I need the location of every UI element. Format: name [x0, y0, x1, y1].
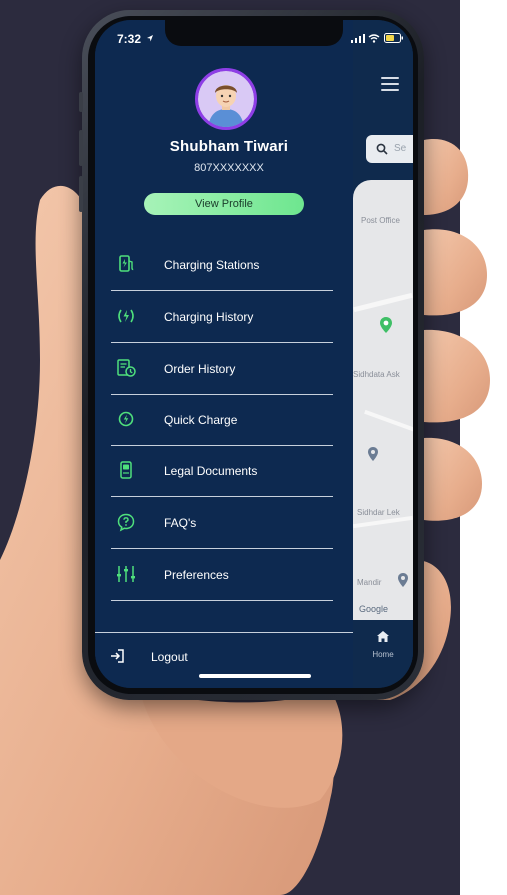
phone-volume-down — [79, 176, 83, 212]
menu-item-label: Charging Stations — [164, 258, 260, 272]
hamburger-menu-icon[interactable] — [381, 77, 399, 91]
menu-item-faqs[interactable]: FAQ's — [111, 499, 333, 549]
cellular-signal-icon — [351, 34, 365, 43]
search-placeholder: Se — [394, 143, 407, 154]
menu-item-quick-charge[interactable]: Quick Charge — [111, 396, 333, 446]
phone-volume-up — [79, 130, 83, 166]
ev-station-icon — [119, 255, 134, 272]
map-label-post-office: Post Office — [361, 216, 400, 225]
menu-item-label: Quick Charge — [164, 413, 238, 427]
home-icon — [377, 631, 389, 642]
menu-item-order-history[interactable]: Order History — [111, 345, 333, 395]
faq-icon — [117, 513, 135, 532]
logout-label: Logout — [151, 650, 188, 664]
logout-button[interactable]: Logout — [107, 642, 307, 672]
map-pin-icon[interactable] — [397, 572, 409, 588]
order-history-icon — [117, 359, 136, 377]
avatar[interactable] — [195, 68, 257, 130]
location-arrow-icon — [147, 35, 153, 42]
status-time: 7:32 — [117, 32, 142, 46]
phone-side-button — [79, 92, 83, 112]
map-pin-icon[interactable] — [367, 446, 379, 462]
tab-home-label: Home — [372, 650, 394, 659]
phone-screen: Se Post Office Sidhdata Ask Sidhdar Lek … — [95, 20, 413, 688]
quick-charge-icon — [118, 411, 134, 427]
battery-icon — [384, 33, 403, 43]
user-name: Shubham Tiwari — [169, 138, 289, 155]
legal-document-icon — [120, 461, 132, 479]
charging-history-icon — [118, 309, 134, 323]
search-icon — [376, 143, 388, 155]
menu-item-label: FAQ's — [164, 516, 197, 530]
tab-home[interactable]: Home — [353, 620, 413, 665]
google-logo: Google — [359, 604, 389, 614]
menu-item-label: Preferences — [164, 568, 229, 582]
map-label-sidhdar: Sidhdar Lek — [357, 508, 400, 517]
menu-item-legal-documents[interactable]: Legal Documents — [111, 447, 333, 497]
drawer-divider — [95, 632, 353, 633]
map-pin-green-icon[interactable] — [379, 316, 393, 334]
menu-item-preferences[interactable]: Preferences — [111, 551, 333, 601]
map-search-input[interactable]: Se — [366, 135, 413, 163]
user-avatar-icon — [198, 71, 254, 127]
menu-item-charging-history[interactable]: Charging History — [111, 293, 333, 343]
wifi-icon — [368, 34, 380, 43]
view-profile-button[interactable]: View Profile — [144, 193, 304, 215]
preferences-sliders-icon — [117, 566, 135, 582]
home-indicator[interactable] — [199, 674, 311, 678]
map-label-mandir: Mandir — [357, 578, 382, 587]
user-phone: 807XXXXXXX — [194, 162, 264, 174]
map-view[interactable]: Post Office Sidhdata Ask Sidhdar Lek Man… — [353, 180, 413, 620]
map-label-sidhdata: Sidhdata Ask — [353, 370, 400, 379]
phone-notch — [165, 20, 343, 46]
menu-item-charging-stations[interactable]: Charging Stations — [111, 241, 333, 291]
menu-item-label: Order History — [164, 362, 236, 376]
menu-item-label: Legal Documents — [164, 464, 258, 478]
menu-item-label: Charging History — [164, 310, 254, 324]
logout-icon — [111, 649, 124, 663]
